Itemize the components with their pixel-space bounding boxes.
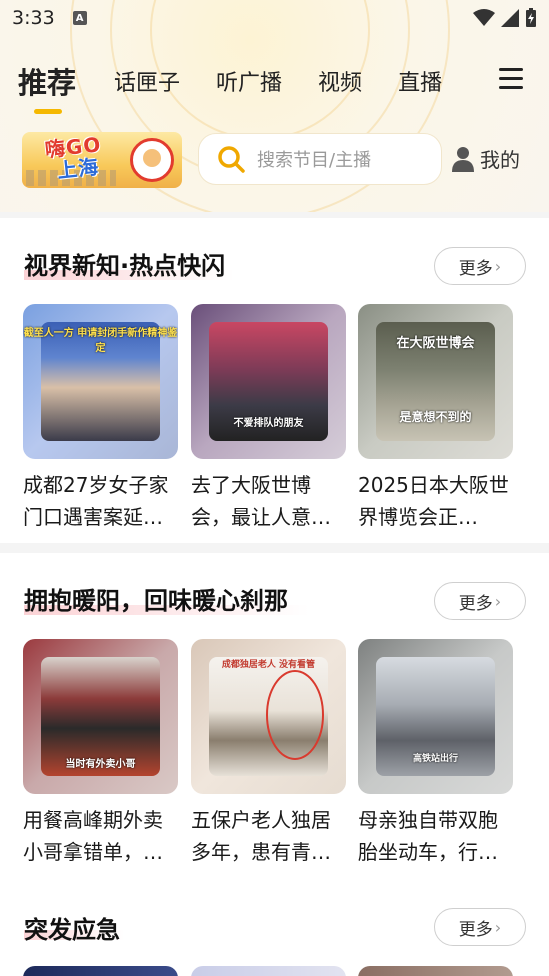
- chevron-right-icon: ›: [494, 256, 502, 276]
- top-nav: 推荐 话匣子 听广播 视频 直播: [0, 56, 549, 114]
- card-title: 母亲独自带双胞胎坐动车，行…: [358, 808, 498, 864]
- video-thumbnail[interactable]: [23, 966, 178, 976]
- more-label: 更多: [458, 593, 493, 614]
- tab-radio[interactable]: 听广播: [216, 65, 282, 97]
- section-warm-moments: 拥抱暖阳，回味暖心刹那 更多 › 当时有外卖小哥 用餐高峰期外卖小哥拿错单，… …: [0, 553, 549, 878]
- video-thumbnail[interactable]: [358, 966, 513, 976]
- video-thumbnail: 成都独居老人 没有看管: [191, 639, 346, 794]
- thumbnail-caption: 在大阪世博会: [396, 336, 475, 351]
- tab-live[interactable]: 直播: [398, 65, 442, 97]
- wifi-icon: [473, 9, 495, 26]
- thumbnail-caption: 截至人一方 申请封闭手新作精神鉴定: [23, 328, 178, 354]
- card-title: 成都27岁女子家门口遇害案延…: [23, 473, 169, 529]
- video-thumbnail: 不爱排队的朋友: [191, 304, 346, 459]
- more-label: 更多: [458, 919, 493, 940]
- battery-icon: [526, 8, 536, 27]
- status-time: 3:33: [12, 7, 55, 29]
- mascot-image: [130, 138, 174, 182]
- more-button[interactable]: 更多 ›: [434, 582, 526, 620]
- video-thumbnail: 当时有外卖小哥: [23, 639, 178, 794]
- signal-icon: [501, 9, 519, 27]
- tab-chat-box[interactable]: 话匣子: [114, 65, 180, 97]
- card-title: 2025日本大阪世界博览会正…: [358, 473, 509, 529]
- video-card[interactable]: 截至人一方 申请封闭手新作精神鉴定 成都27岁女子家门口遇害案延…: [23, 304, 178, 533]
- header-area: 3:33 A 推荐 话匣子 听广播 视频 直播 嗨GO 上海 搜索节目/主播 我…: [0, 0, 549, 212]
- more-button[interactable]: 更多 ›: [434, 247, 526, 285]
- more-button[interactable]: 更多 ›: [434, 908, 526, 946]
- video-card[interactable]: 当时有外卖小哥 用餐高峰期外卖小哥拿错单，…: [23, 639, 178, 868]
- brand-logo[interactable]: 嗨GO 上海: [22, 132, 182, 188]
- thumbnail-caption: 高铁站出行: [412, 754, 458, 764]
- card-title: 用餐高峰期外卖小哥拿错单，…: [23, 808, 163, 864]
- video-thumbnail[interactable]: [191, 966, 346, 976]
- status-icons: [473, 8, 537, 28]
- video-card[interactable]: 不爱排队的朋友 去了大阪世博会，最让人意…: [191, 304, 346, 533]
- section-title: 视界新知·热点快闪: [24, 252, 226, 280]
- video-card[interactable]: 成都独居老人 没有看管 五保户老人独居多年，患有青…: [191, 639, 346, 868]
- chevron-right-icon: ›: [494, 917, 502, 937]
- more-label: 更多: [458, 258, 493, 279]
- video-thumbnail: 高铁站出行: [358, 639, 513, 794]
- video-card[interactable]: 在大阪世博会 是意想不到的 2025日本大阪世界博览会正…: [358, 304, 513, 533]
- search-box[interactable]: 搜索节目/主播: [198, 133, 442, 185]
- thumbnail-caption: 不爱排队的朋友: [233, 418, 304, 429]
- section-title: 突发应急: [24, 916, 120, 944]
- section-news-flash: 视界新知·热点快闪 更多 › 截至人一方 申请封闭手新作精神鉴定 成都27岁女子…: [0, 218, 549, 543]
- thumbnail-caption: 当时有外卖小哥: [65, 759, 136, 770]
- chevron-right-icon: ›: [494, 591, 502, 611]
- banner-row: 嗨GO 上海 搜索节目/主播 我的: [0, 130, 549, 190]
- notification-icon: A: [72, 11, 87, 25]
- card-title: 去了大阪世博会，最让人意…: [191, 473, 331, 529]
- my-profile-button[interactable]: 我的: [452, 144, 520, 173]
- status-bar: 3:33 A: [0, 0, 549, 36]
- thumbnail-caption: 是意想不到的: [399, 410, 472, 424]
- video-card[interactable]: 高铁站出行 母亲独自带双胞胎坐动车，行…: [358, 639, 513, 868]
- section-emergency: 突发应急 更多 ›: [0, 878, 549, 976]
- user-icon: [452, 146, 474, 172]
- menu-icon[interactable]: [499, 68, 523, 90]
- video-thumbnail: 截至人一方 申请封闭手新作精神鉴定: [23, 304, 178, 459]
- search-placeholder: 搜索节目/主播: [257, 150, 372, 171]
- section-title: 拥抱暖阳，回味暖心刹那: [24, 587, 288, 615]
- card-title: 五保户老人独居多年，患有青…: [191, 808, 331, 864]
- tab-video[interactable]: 视频: [318, 65, 362, 97]
- mine-label: 我的: [480, 148, 520, 172]
- video-thumbnail: 在大阪世博会 是意想不到的: [358, 304, 513, 459]
- highlight-ellipse: [266, 670, 324, 760]
- search-icon: [218, 146, 245, 173]
- tab-recommend[interactable]: 推荐: [18, 60, 76, 114]
- logo-text: 嗨GO 上海: [43, 132, 103, 183]
